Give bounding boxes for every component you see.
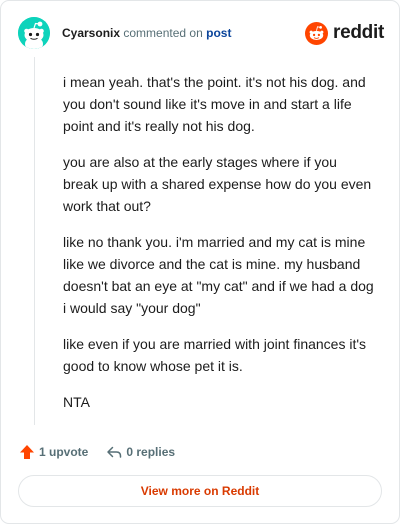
replies-count: 0 replies <box>126 445 176 459</box>
snoo-avatar-icon[interactable] <box>18 17 50 49</box>
thread-line <box>34 57 35 425</box>
commented-on-text: commented on <box>123 26 203 40</box>
comment-body: i mean yeah. that's the point. it's not … <box>63 71 375 427</box>
embedded-comment-card: Cyarsonix commented on post reddit i mea… <box>0 0 400 524</box>
view-more-on-reddit-button[interactable]: View more on Reddit <box>18 475 382 507</box>
reddit-logo-icon <box>305 21 329 45</box>
comment-paragraph: you are also at the early stages where i… <box>63 154 372 214</box>
comment-paragraph: like no thank you. i'm married and my ca… <box>63 234 374 316</box>
reply-arrow-icon <box>107 446 122 458</box>
comment-paragraph: like even if you are married with joint … <box>63 336 367 374</box>
reddit-brand[interactable]: reddit <box>305 21 384 45</box>
reddit-wordmark: reddit <box>333 22 384 43</box>
comment-actions: 1 upvote 0 replies <box>19 441 175 463</box>
username-link[interactable]: Cyarsonix <box>62 26 120 40</box>
comment-header: Cyarsonix commented on post reddit <box>18 17 384 49</box>
replies-button[interactable]: 0 replies <box>106 444 175 460</box>
upvote-count: 1 upvote <box>39 445 89 459</box>
comment-meta: Cyarsonix commented on post <box>62 26 231 40</box>
post-link[interactable]: post <box>206 26 231 40</box>
comment-paragraph: NTA <box>63 394 90 410</box>
upvote-arrow-icon <box>20 445 34 459</box>
upvote-button[interactable]: 1 upvote <box>19 444 88 460</box>
comment-paragraph: i mean yeah. that's the point. it's not … <box>63 74 366 134</box>
